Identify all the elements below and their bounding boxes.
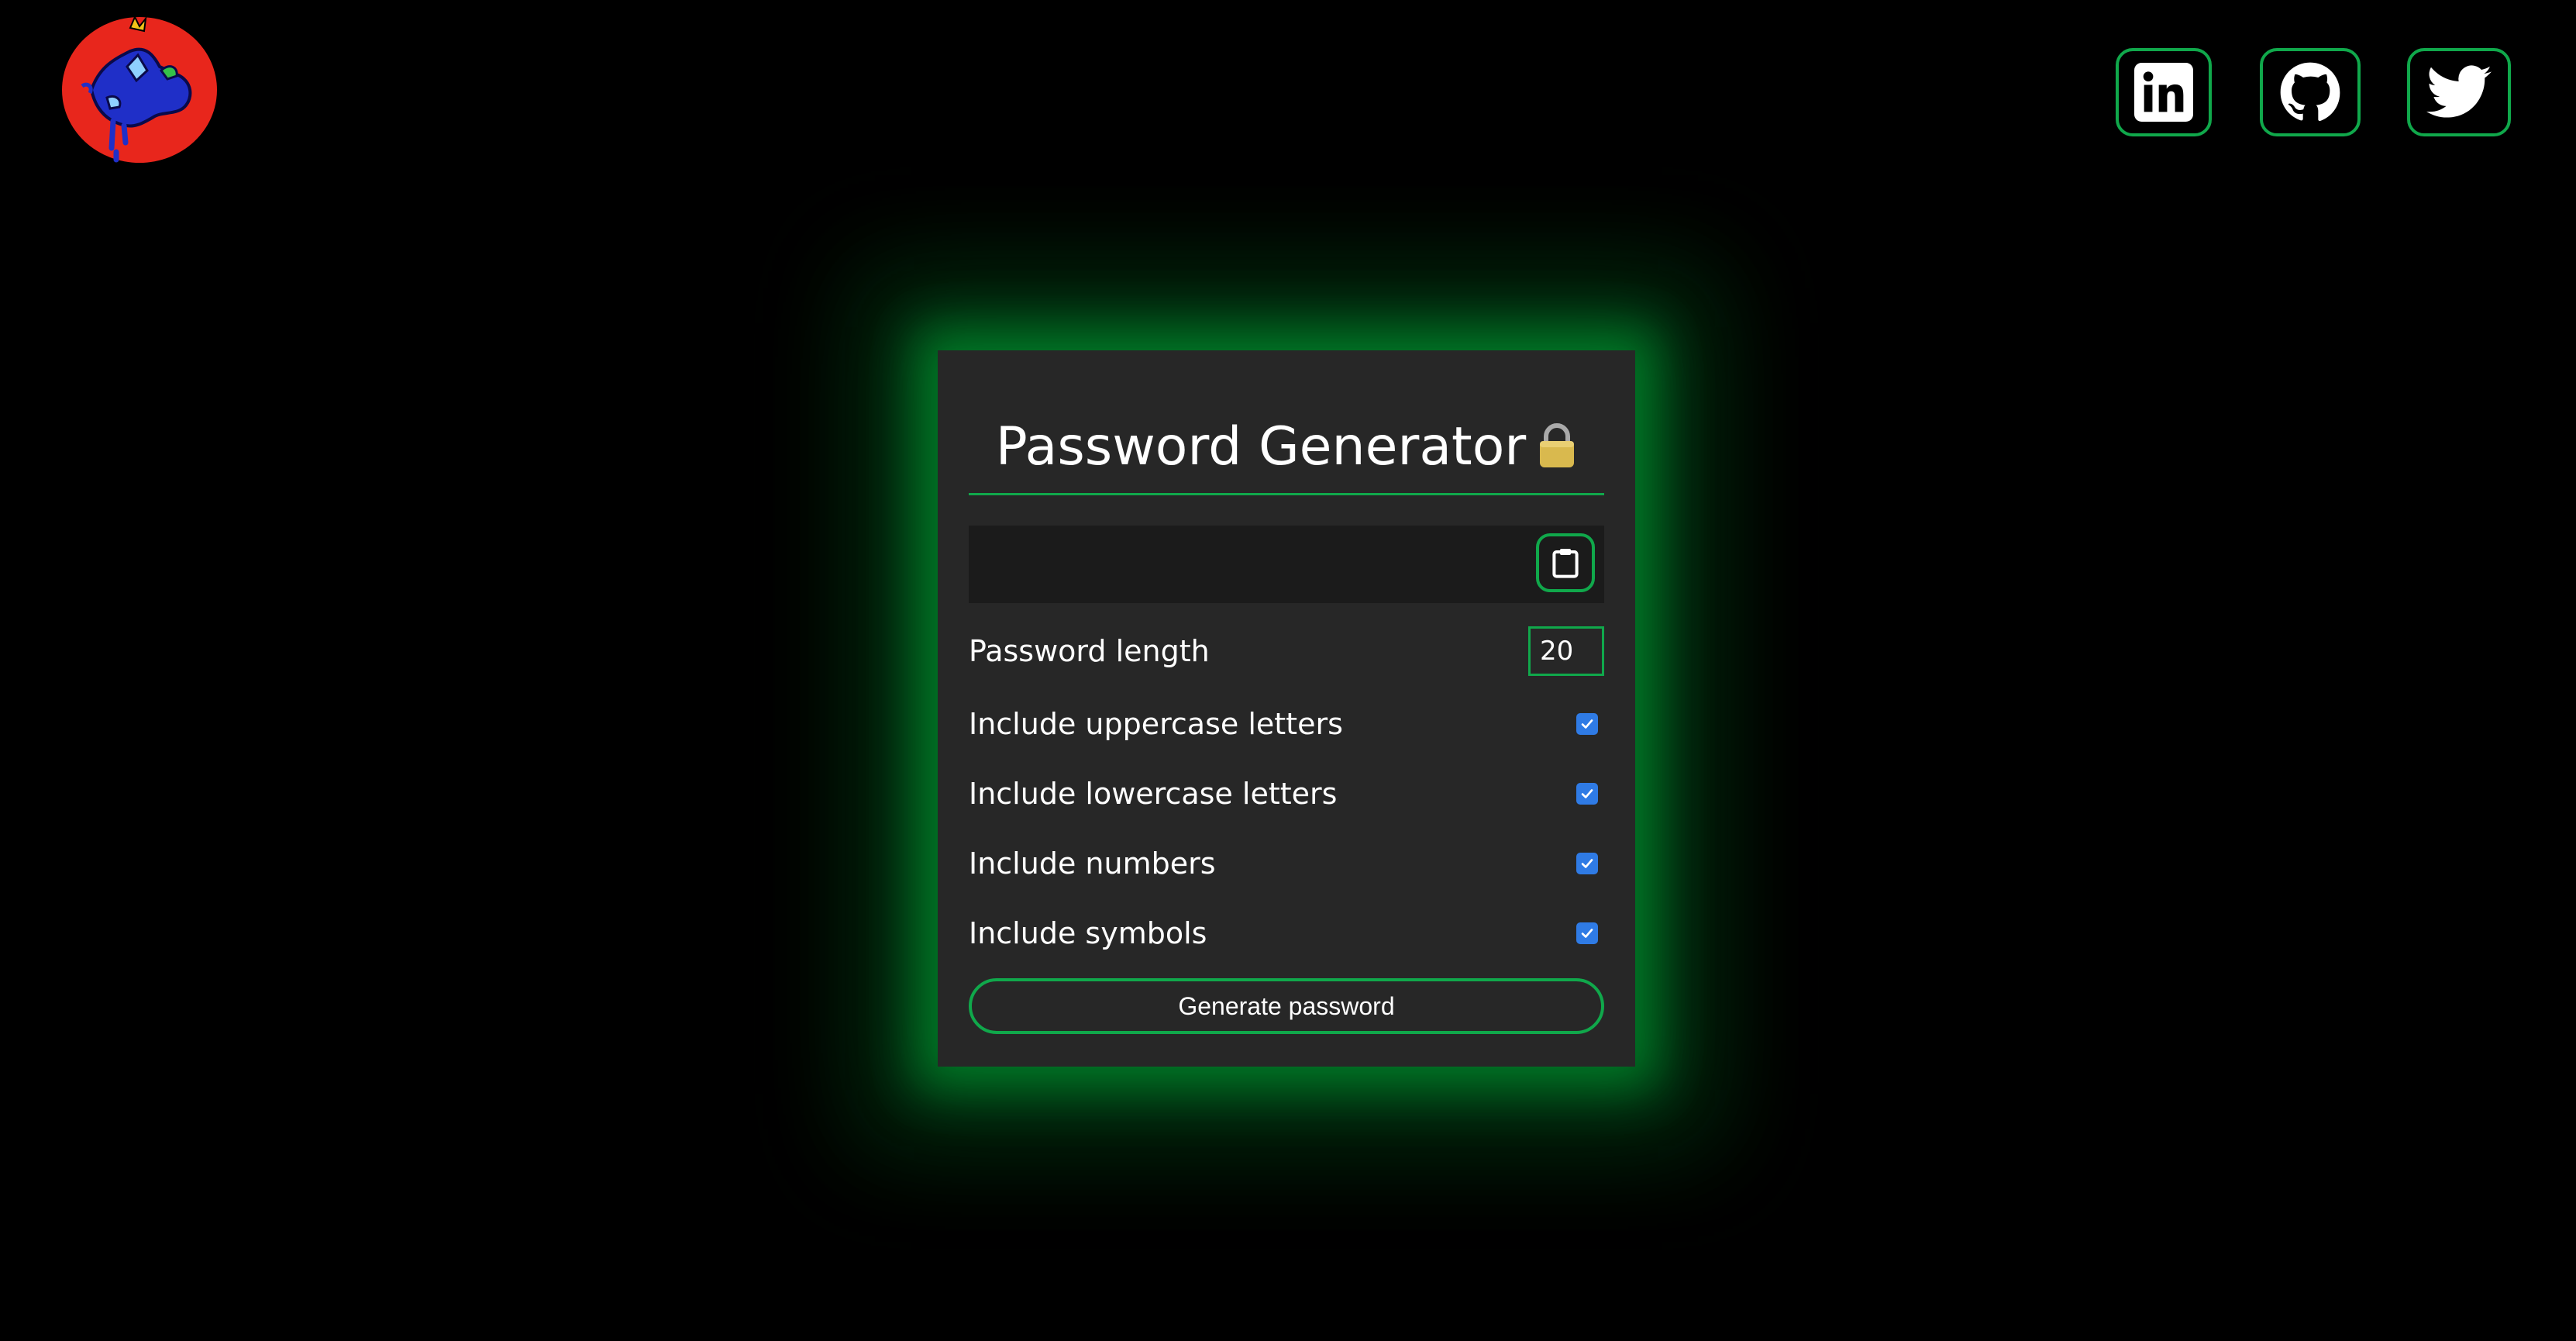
lock-icon	[1537, 417, 1577, 487]
clipboard-icon	[1552, 549, 1579, 578]
title-divider	[969, 493, 1604, 495]
symbols-checkbox[interactable]	[1576, 922, 1598, 944]
option-label: Include uppercase letters	[969, 707, 1343, 741]
github-icon	[2280, 62, 2340, 122]
copy-button[interactable]	[1536, 533, 1595, 592]
checkmark-icon	[1581, 719, 1593, 729]
numbers-checkbox[interactable]	[1576, 853, 1598, 874]
password-generator-card: Password Generator Password length Inclu	[938, 350, 1635, 1067]
page: Password Generator Password length Inclu	[0, 0, 2576, 1341]
checkmark-icon	[1581, 929, 1593, 938]
linkedin-icon	[2134, 63, 2193, 122]
option-symbols: Include symbols	[969, 908, 1604, 958]
option-label: Include numbers	[969, 846, 1216, 881]
generate-password-button[interactable]: Generate password	[969, 978, 1604, 1034]
page-title: Password Generator	[938, 412, 1635, 487]
option-label: Include lowercase letters	[969, 777, 1338, 811]
linkedin-link[interactable]	[2116, 48, 2212, 136]
length-input[interactable]	[1528, 626, 1604, 676]
twitter-link[interactable]	[2407, 48, 2511, 136]
option-lowercase: Include lowercase letters	[969, 769, 1604, 819]
lowercase-checkbox[interactable]	[1576, 783, 1598, 805]
logo-image	[62, 15, 217, 163]
title-text: Password Generator	[995, 416, 1527, 477]
twitter-icon	[2426, 65, 2492, 118]
option-label: Include symbols	[969, 916, 1207, 950]
checkmark-icon	[1581, 859, 1593, 868]
option-numbers: Include numbers	[969, 839, 1604, 888]
uppercase-checkbox[interactable]	[1576, 713, 1598, 735]
length-label: Password length	[969, 634, 1210, 668]
github-link[interactable]	[2260, 48, 2361, 136]
length-row: Password length	[969, 626, 1604, 676]
checkmark-icon	[1581, 789, 1593, 798]
password-output-row	[969, 526, 1604, 603]
option-uppercase: Include uppercase letters	[969, 699, 1604, 749]
logo[interactable]	[60, 12, 219, 164]
password-output[interactable]	[969, 526, 1511, 603]
